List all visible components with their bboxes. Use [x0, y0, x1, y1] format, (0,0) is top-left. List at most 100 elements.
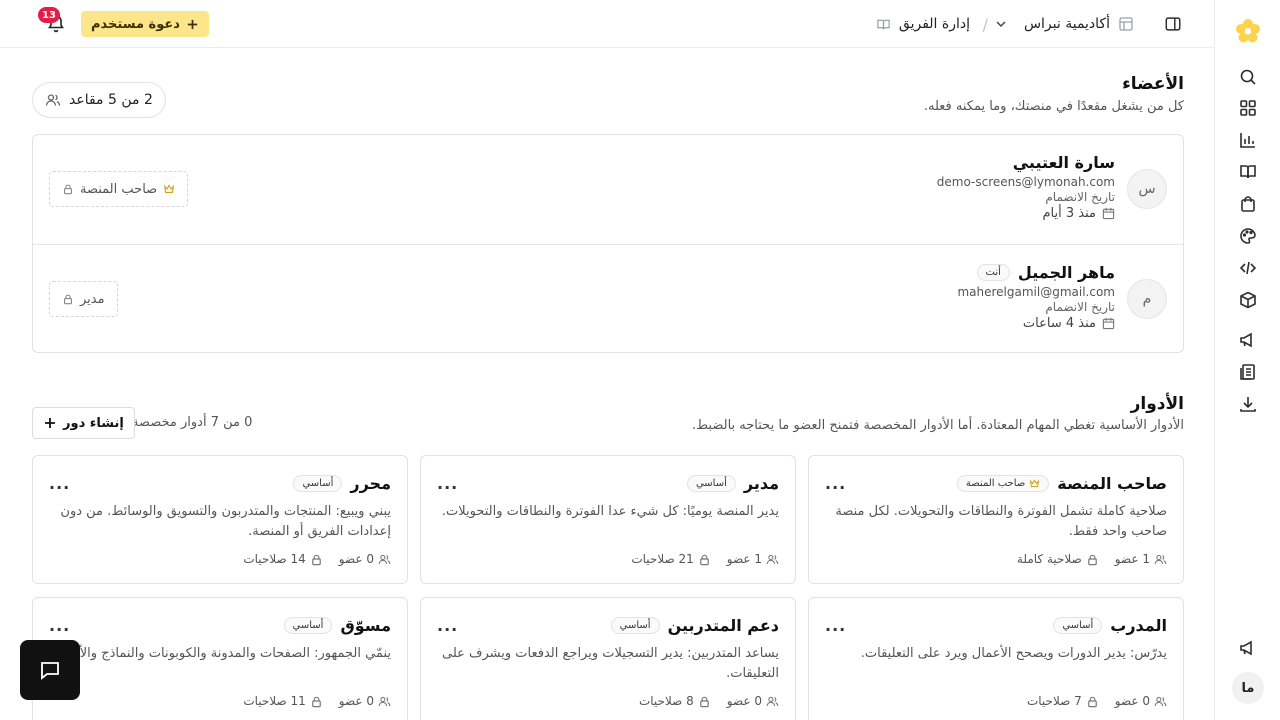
lock-icon: [699, 554, 709, 565]
member-name: ماهر الجميل: [1017, 263, 1115, 282]
lock-icon: [1087, 696, 1097, 707]
role-card-marketer[interactable]: مسوّق أساسي ... ينمّي الجمهور: الصفحات و…: [32, 597, 408, 720]
code-icon[interactable]: [1238, 258, 1258, 278]
role-card-trainer[interactable]: المدرب أساسي ... يدرّس: يدير الدورات ويص…: [808, 597, 1184, 720]
download-icon[interactable]: [1238, 394, 1258, 414]
plus-icon: [187, 19, 198, 29]
chart-icon[interactable]: [1238, 130, 1258, 150]
role-meta: 1 عضو صلاحية كاملة: [1017, 552, 1167, 566]
palette-icon[interactable]: [1238, 226, 1258, 246]
role-title: صاحب المنصة: [1057, 474, 1167, 493]
calendar-icon: [1102, 317, 1115, 330]
role-members-count: 0 عضو: [338, 694, 374, 708]
role-card-owner[interactable]: صاحب المنصة صاحب المنصة ... صلاحية كاملة…: [808, 455, 1184, 584]
lock-icon: [699, 696, 709, 707]
megaphone-icon[interactable]: [1238, 330, 1258, 350]
users-icon: [45, 94, 61, 106]
role-card-head: محرر أساسي: [293, 474, 391, 493]
role-meta: 0 عضو 11 صلاحيات: [243, 694, 391, 708]
member-joined-value: منذ 3 أيام: [1042, 206, 1097, 221]
breadcrumb-team[interactable]: إدارة الفريق: [876, 0, 970, 48]
package-icon[interactable]: [1238, 290, 1258, 310]
sidebar-toggle-button[interactable]: [1162, 0, 1182, 48]
sidebar-toggle-icon: [1165, 17, 1181, 31]
more-options-icon[interactable]: ...: [437, 616, 458, 635]
member-joined-value: منذ 4 ساعات: [1022, 316, 1096, 331]
announcements-icon[interactable]: [1238, 638, 1258, 658]
role-badge: أساسي: [1053, 617, 1103, 634]
roles-subtitle: الأدوار الأساسية تغطي المهام المعتادة. أ…: [691, 418, 1184, 433]
role-badge-label: أساسي: [292, 620, 324, 631]
role-title: مدير: [743, 474, 779, 493]
members-list: س سارة العتيبي demo-screens@lymonah.com …: [32, 134, 1184, 353]
seats-count: 2 من 5 مقاعد: [69, 92, 153, 108]
role-permissions-count: 14 صلاحيات: [243, 552, 306, 566]
user-avatar[interactable]: ما: [1232, 672, 1264, 704]
role-badge: أساسي: [293, 475, 343, 492]
create-role-button[interactable]: إنشاء دور: [32, 407, 135, 439]
role-permissions-count: صلاحية كاملة: [1016, 552, 1082, 566]
role-card-editor[interactable]: محرر أساسي ... يبني ويبيع: المنتجات والم…: [32, 455, 408, 584]
member-joined: منذ 4 ساعات: [957, 316, 1115, 331]
member-info: ماهر الجميل أنت maherelgamil@gmail.com ت…: [957, 263, 1115, 331]
notifications-badge: 13: [38, 7, 60, 23]
role-members-count: 0 عضو: [1114, 694, 1150, 708]
member-joined-label: تاريخ الانضمام: [1045, 300, 1115, 314]
role-description: صلاحية كاملة تشمل الفوترة والنطاقات والت…: [835, 504, 1167, 539]
member-name-row: ماهر الجميل أنت: [957, 263, 1115, 282]
chat-button[interactable]: [20, 640, 80, 700]
role-meta: 0 عضو 7 صلاحيات: [1027, 694, 1167, 708]
role-title: دعم المتدربين: [667, 616, 779, 635]
crown-icon: [164, 184, 175, 193]
role-card-manager[interactable]: مدير أساسي ... يدير المنصة يوميًا: كل شي…: [420, 455, 796, 584]
member-row[interactable]: س سارة العتيبي demo-screens@lymonah.com …: [33, 135, 1183, 244]
academy-switcher[interactable]: أكاديمية نبراس: [994, 0, 1134, 48]
member-role-owner: صاحب المنصة: [49, 171, 189, 207]
create-role-label: إنشاء دور: [63, 415, 124, 431]
role-description: يساعد المتدربين: يدير التسجيلات ويراجع ا…: [441, 646, 779, 681]
users-icon: [766, 696, 779, 706]
document-icon[interactable]: [1238, 362, 1258, 382]
member-role-manager: مدير: [49, 281, 118, 317]
role-meta: 1 عضو 21 صلاحيات: [631, 552, 779, 566]
users-icon: [378, 696, 391, 706]
chevron-down-icon: [996, 21, 1006, 28]
more-options-icon[interactable]: ...: [825, 474, 846, 493]
role-members-count: 0 عضو: [726, 694, 762, 708]
apps-icon[interactable]: [1238, 98, 1258, 118]
topbar: أكاديمية نبراس / إدارة الفريق دعوة مستخد…: [0, 0, 1214, 48]
member-row[interactable]: م ماهر الجميل أنت maherelgamil@gmail.com…: [33, 244, 1183, 352]
breadcrumb-separator: /: [982, 14, 988, 34]
member-email: demo-screens@lymonah.com: [936, 175, 1115, 189]
member-avatar: م: [1127, 279, 1167, 319]
crown-icon: [1030, 479, 1040, 488]
role-badge: صاحب المنصة: [956, 475, 1050, 492]
role-description: ينمّي الجمهور: الصفحات والمدونة والكوبون…: [53, 646, 391, 661]
more-options-icon[interactable]: ...: [825, 616, 846, 635]
chat-icon: [41, 662, 59, 680]
users-icon: [766, 554, 779, 564]
more-options-icon[interactable]: ...: [437, 474, 458, 493]
role-badge-label: أساسي: [302, 478, 334, 489]
member-info: سارة العتيبي demo-screens@lymonah.com تا…: [937, 153, 1115, 221]
invite-user-button[interactable]: دعوة مستخدم: [81, 11, 209, 37]
more-options-icon[interactable]: ...: [49, 474, 70, 493]
search-icon[interactable]: [1238, 67, 1258, 87]
book-icon[interactable]: [1238, 162, 1258, 182]
role-title: محرر: [350, 474, 391, 493]
lock-icon: [311, 696, 321, 707]
role-card-student-support[interactable]: دعم المتدربين أساسي ... يساعد المتدربين:…: [420, 597, 796, 720]
role-members-count: 0 عضو: [338, 552, 374, 566]
role-card-head: دعم المتدربين أساسي: [610, 616, 779, 635]
role-description: يدرّس: يدير الدورات ويصحح الأعمال ويرد ع…: [860, 646, 1167, 661]
more-options-icon[interactable]: ...: [49, 616, 70, 635]
members-subtitle: كل من يشغل مقعدًا في منصتك، وما يمكنه فع…: [923, 99, 1184, 114]
users-icon: [1154, 554, 1167, 564]
users-icon: [378, 554, 391, 564]
member-name-row: سارة العتيبي: [937, 153, 1115, 172]
seats-pill: 2 من 5 مقاعد: [32, 82, 166, 118]
shopping-bag-icon[interactable]: [1238, 194, 1258, 214]
member-role-label: صاحب المنصة: [80, 181, 158, 197]
logo-icon[interactable]: [1235, 18, 1261, 44]
book-open-icon: [877, 19, 890, 29]
